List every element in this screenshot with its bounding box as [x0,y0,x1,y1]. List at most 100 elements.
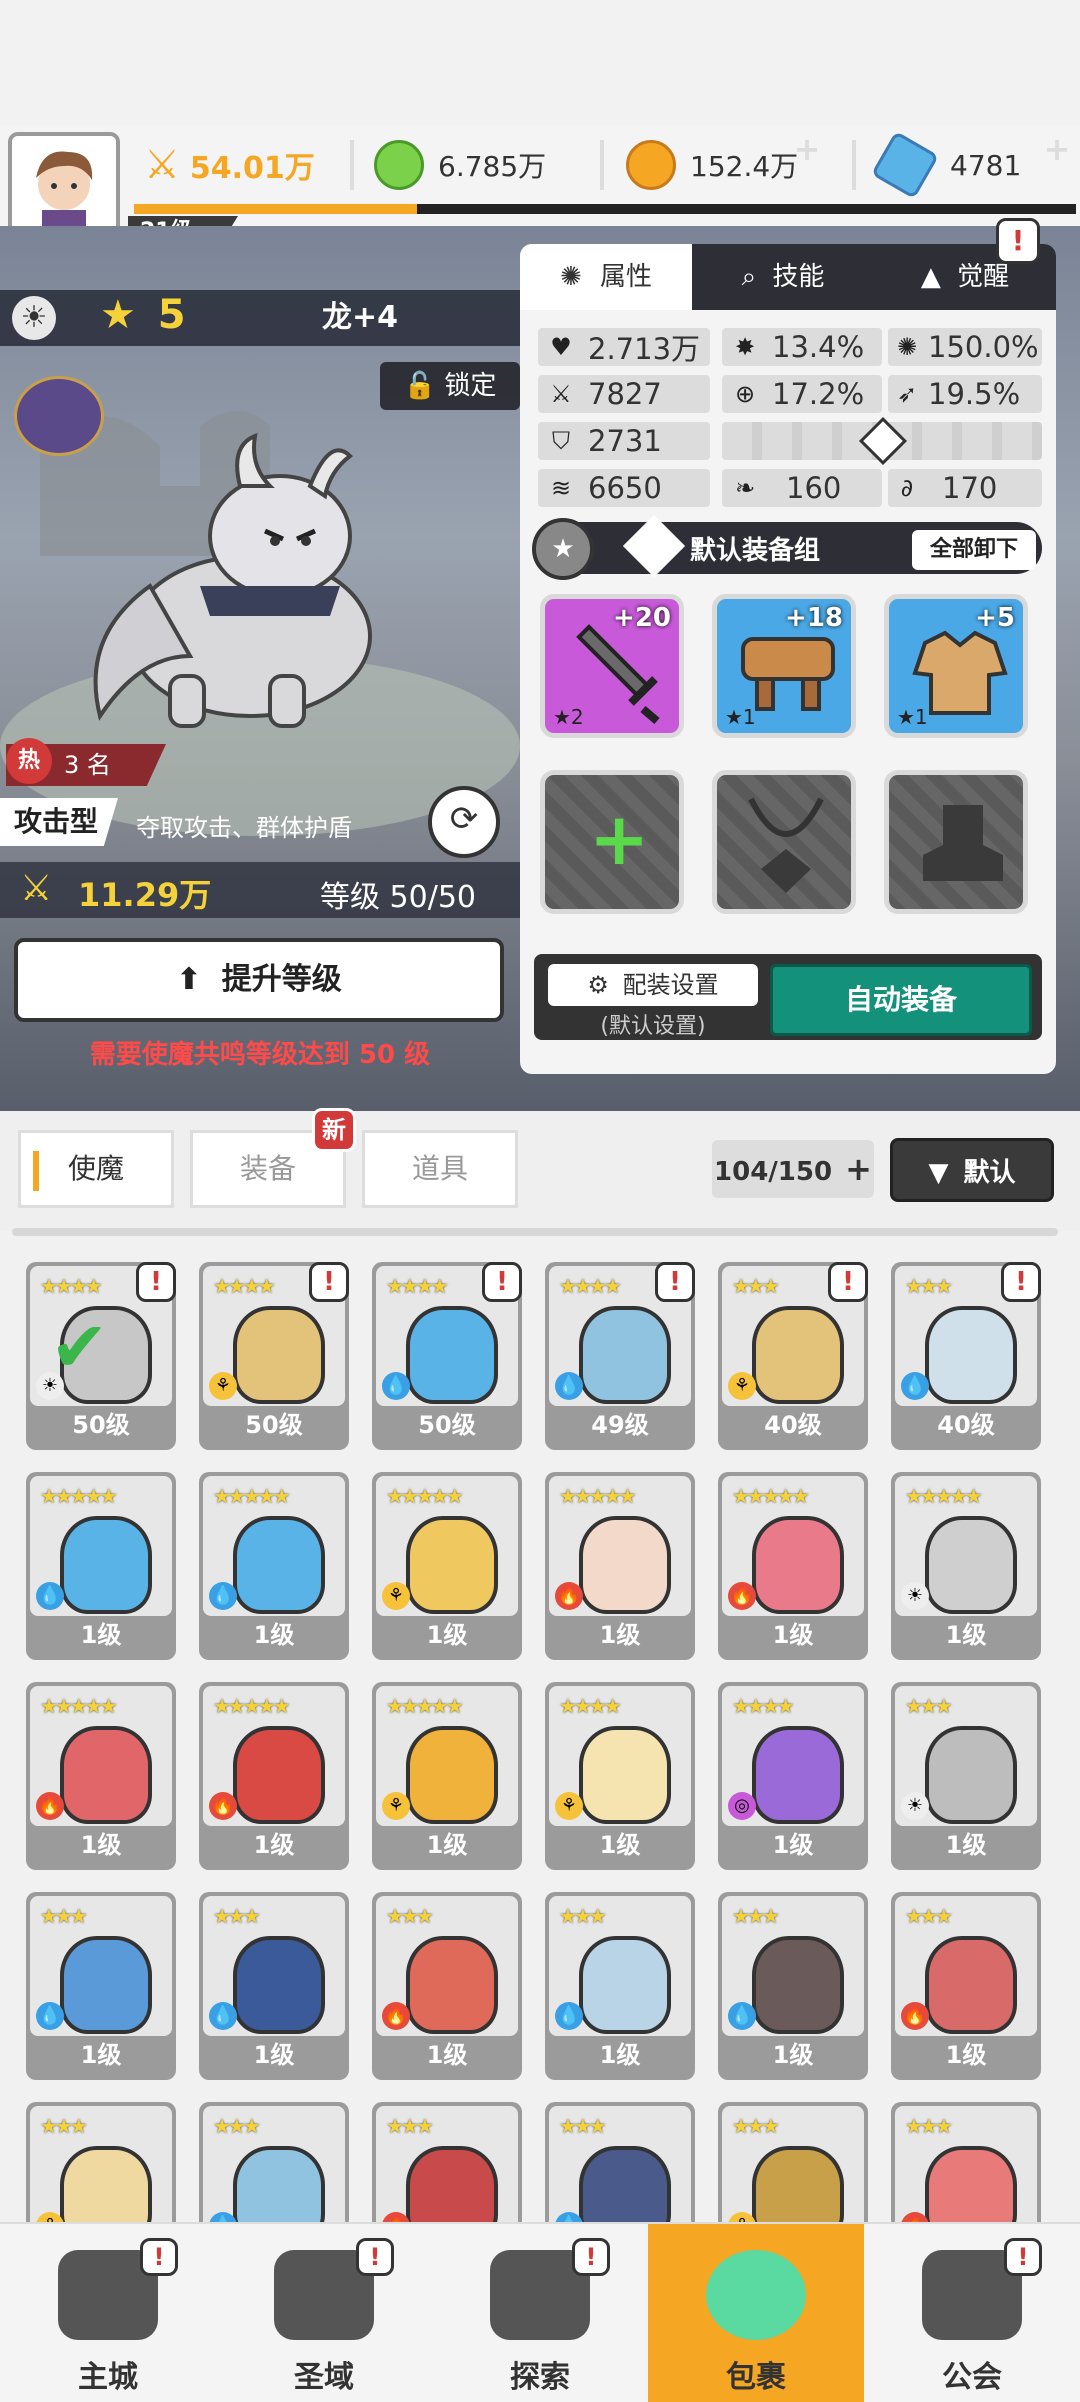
familiar-portrait: ★★★★ ◎ [722,1686,864,1826]
familiar-portrait: ★★★ 💧 [722,1896,864,2036]
card-star-rating: ★★★ [905,2114,953,2138]
familiar-card[interactable]: ★★★★ ◎ 1级 [718,1682,868,1870]
nav-vortex[interactable]: 圣域! [216,2224,432,2402]
familiar-card[interactable]: ★★★ 💧 1级 [26,1892,176,2080]
familiar-art [925,1726,1017,1824]
upgrade-level-button[interactable]: ⬆ 提升等级 [14,938,504,1022]
nav-guild[interactable]: 公会! [864,2224,1080,2402]
equip-slot-armor[interactable]: +5 ★1 [884,594,1028,738]
familiar-portrait: ★★★★★ 💧 [203,1476,345,1616]
inventory-count[interactable]: 104/150 + [712,1140,874,1198]
familiar-card[interactable]: ★★★★★ 🔥 1级 [718,1472,868,1660]
familiar-card[interactable]: ★★★★ ☀ ✔! 50级 [26,1262,176,1450]
equip-slot-necklace[interactable] [712,770,856,914]
element-icon: 💧 [209,1582,237,1610]
alert-icon: ! [482,1262,522,1302]
familiar-card[interactable]: ★★★★★ 💧 1级 [26,1472,176,1660]
lock-button[interactable]: 🔓 锁定 [380,362,520,410]
card-star-rating: ★★★★ [213,1274,276,1298]
equip-group-name[interactable]: 默认装备组 [690,530,820,567]
familiar-card[interactable]: ★★★★★ 🔥 1级 [26,1682,176,1870]
familiar-card[interactable]: ★★★ 🔥 1级 [372,1892,522,2080]
tab-items[interactable]: 道具 [362,1130,518,1208]
tab-attributes[interactable]: ✺ 属性 [520,244,692,310]
swap-hero-icon[interactable]: ⟳ [428,786,500,858]
card-level: 1级 [772,2041,814,2069]
familiar-card[interactable]: ★★★★★ 🔥 1级 [199,1682,349,1870]
familiar-card[interactable]: ★★★★★ ☀ 1级 [891,1472,1041,1660]
tab-familiars[interactable]: 使魔 [18,1130,174,1208]
element-icon: 💧 [36,1582,64,1610]
upgrade-label: 提升等级 [221,962,342,997]
equip-slot-add[interactable]: + [540,770,684,914]
element-icon: ☀ [901,1792,929,1820]
card-star-rating: ★★★★★ [559,1484,637,1508]
sort-dropdown[interactable]: ▼ 默认 [890,1138,1054,1202]
card-star-rating: ★★★ [386,1904,434,1928]
unequip-all-button[interactable]: 全部卸下 [912,530,1036,570]
familiar-card[interactable]: ★★★★★ ⚘ 1级 [372,1682,522,1870]
resource-crystal[interactable]: 4781 [870,130,1021,200]
resource-gem[interactable]: 6.785万 [374,134,546,196]
card-level: 1级 [253,1831,295,1859]
equip-slot-helmet[interactable]: +18 ★1 [712,594,856,738]
familiar-card[interactable]: ★★★★ 💧! 49级 [545,1262,695,1450]
familiar-card[interactable]: ★★★⚘ [26,2102,176,2222]
equip-slot-weapon[interactable]: +20 ★2 [540,594,684,738]
card-level: 1级 [426,2041,468,2069]
familiar-card[interactable]: ★★★ 💧! 40级 [891,1262,1041,1450]
familiar-card[interactable]: ★★★★ ⚘! 50级 [199,1262,349,1450]
familiar-card[interactable]: ★★★★ 💧! 50级 [372,1262,522,1450]
nav-castle[interactable]: 主城! [0,2224,216,2402]
familiar-card[interactable]: ★★★💧 [545,2102,695,2222]
element-icon: 💧 [555,1372,583,1400]
hero-power: 11.29万 [78,876,212,914]
stat-speed-value: 6650 [588,471,662,505]
familiar-card[interactable]: ★★★ ☀ 1级 [891,1682,1041,1870]
familiar-card[interactable]: ★★★ 💧 1级 [718,1892,868,2080]
star-icon: ★ [100,292,136,338]
card-level: 1级 [80,1831,122,1859]
familiar-art [752,2146,844,2222]
crossed-swords-icon: ⚔ [20,868,53,909]
divider [600,140,604,190]
familiar-card[interactable]: ★★★★★ 💧 1级 [199,1472,349,1660]
nav-sword-stone[interactable]: 探索! [432,2224,648,2402]
chevron-down-icon: ▼ [928,1158,949,1188]
familiar-grid: ★★★★ ☀ ✔! 50级 ★★★★ ⚘! 50级 ★★★★ 💧! 50级 ★★★★ 💧! 49级 ★★★… [0,1262,1080,2222]
selected-check-icon: ✔ [50,1306,109,1388]
tab-items-label: 道具 [411,1152,468,1185]
nav-backpack[interactable]: 包裹 [648,2224,864,2402]
familiar-art [60,1516,152,1614]
nav-label: 公会 [942,2360,1002,2395]
add-gold-icon[interactable]: + [790,132,824,166]
add-crystal-icon[interactable]: + [1040,132,1074,166]
familiar-art [579,1516,671,1614]
familiar-portrait: ★★★★★ 🔥 [722,1476,864,1616]
stat-evasion-value: 19.5% [928,377,1021,411]
familiar-card[interactable]: ★★★💧 [199,2102,349,2222]
config-button[interactable]: ⚙ 配装设置 [548,964,758,1006]
element-icon: ⚘ [555,1792,583,1820]
upgrade-requirement: 需要使魔共鸣等级达到 50 级 [89,1040,431,1070]
card-level: 1级 [772,1831,814,1859]
familiar-card[interactable]: ★★★★ ⚘ 1级 [545,1682,695,1870]
card-level: 50级 [418,1411,476,1439]
familiar-card[interactable]: ★★★ 💧 1级 [545,1892,695,2080]
familiar-card[interactable]: ★★★ 💧 1级 [199,1892,349,2080]
familiar-art [60,2146,152,2222]
familiar-card[interactable]: ★★★ 🔥 1级 [891,1892,1041,2080]
stat-evasion: ➶ 19.5% [888,375,1042,413]
familiar-card[interactable]: ★★★⚘ [718,2102,868,2222]
familiar-card[interactable]: ★★★★★ ⚘ 1级 [372,1472,522,1660]
equip-slot-boots[interactable] [884,770,1028,914]
auto-equip-button[interactable]: 自动装备 [770,964,1032,1036]
card-level: 1级 [80,2041,122,2069]
familiar-card[interactable]: ★★★🔥 [372,2102,522,2222]
familiar-card[interactable]: ★★★ ⚘! 40级 [718,1262,868,1450]
tab-skills[interactable]: ⌕ 技能 [692,244,874,310]
attributes-icon: ✺ [559,262,582,292]
familiar-card[interactable]: ★★★🔥 [891,2102,1041,2222]
resource-gold[interactable]: 152.4万 [626,134,798,196]
familiar-card[interactable]: ★★★★★ 🔥 1级 [545,1472,695,1660]
